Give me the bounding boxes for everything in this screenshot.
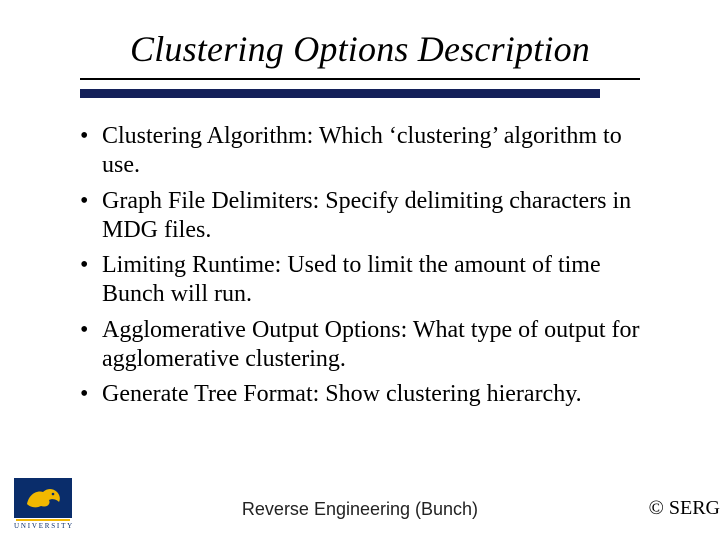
title-thick-rule — [80, 89, 600, 98]
footer-copyright: © SERG — [649, 497, 720, 520]
list-item: Agglomerative Output Options: What type … — [80, 316, 658, 375]
footer-center-text: Reverse Engineering (Bunch) — [0, 499, 720, 520]
logo-subtext: UNIVERSITY — [14, 522, 72, 530]
list-item: Graph File Delimiters: Specify delimitin… — [80, 187, 658, 246]
list-item: Generate Tree Format: Show clustering hi… — [80, 380, 658, 409]
slide-title: Clustering Options Description — [126, 28, 594, 76]
slide: Clustering Options Description Clusterin… — [0, 0, 720, 540]
bullet-list: Clustering Algorithm: Which ‘clustering’… — [80, 122, 658, 409]
title-underline — [80, 78, 640, 80]
footer: UNIVERSITY Reverse Engineering (Bunch) ©… — [0, 470, 720, 530]
title-wrap: Clustering Options Description — [40, 28, 680, 76]
list-item: Limiting Runtime: Used to limit the amou… — [80, 251, 658, 310]
list-item: Clustering Algorithm: Which ‘clustering’… — [80, 122, 658, 181]
